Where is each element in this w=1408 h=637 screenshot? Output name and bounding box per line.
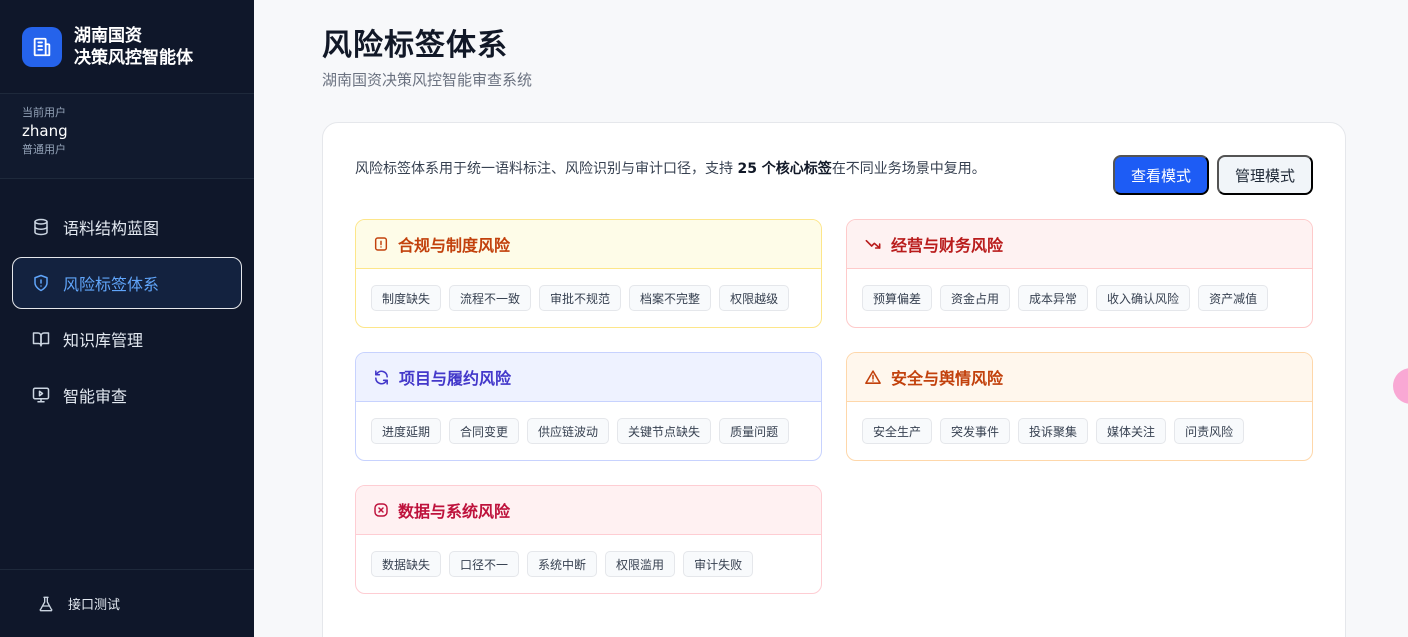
risk-tag[interactable]: 口径不一 [449, 551, 520, 577]
tag-list: 预算偏差 资金占用 成本异常 收入确认风险 资产减值 [847, 269, 1312, 311]
risk-tag[interactable]: 问责风险 [1174, 418, 1245, 444]
flask-icon [38, 596, 54, 612]
risk-tag[interactable]: 质量问题 [719, 418, 790, 444]
category-data-system: 数据与系统风险 数据缺失 口径不一 系统中断 权限滥用 审计失败 [355, 485, 822, 594]
tag-list: 安全生产 突发事件 投诉聚集 媒体关注 问责风险 [847, 402, 1312, 444]
user-role: 普通用户 [22, 143, 66, 156]
tag-list: 数据缺失 口径不一 系统中断 权限滥用 审计失败 [356, 535, 821, 577]
sidebar-item-risk-tags[interactable]: 风险标签体系 [12, 257, 242, 309]
risk-tag[interactable]: 收入确认风险 [1096, 285, 1191, 311]
category-operations-finance: 经营与财务风险 预算偏差 资金占用 成本异常 收入确认风险 资产减值 [846, 219, 1313, 328]
sidebar-nav: 语料结构蓝图 风险标签体系 知识库管理 智能审查 [0, 179, 254, 421]
risk-tag[interactable]: 安全生产 [862, 418, 933, 444]
trending-down-icon [864, 236, 882, 252]
sidebar-item-corpus-blueprint[interactable]: 语料结构蓝图 [12, 201, 242, 253]
sidebar-item-knowledge-base[interactable]: 知识库管理 [12, 313, 242, 365]
shield-alert-icon [31, 273, 51, 293]
database-icon [31, 217, 51, 237]
risk-tag[interactable]: 资产减值 [1198, 285, 1269, 311]
risk-tag[interactable]: 权限越级 [719, 285, 790, 311]
manage-mode-button[interactable]: 管理模式 [1217, 155, 1313, 195]
risk-tag[interactable]: 预算偏差 [862, 285, 933, 311]
category-header: 经营与财务风险 [847, 220, 1312, 269]
sidebar-item-label: 风险标签体系 [63, 275, 160, 294]
risk-tag[interactable]: 资金占用 [940, 285, 1011, 311]
main-content: 风险标签体系 湖南国资决策风控智能审查系统 风险标签体系用于统一语料标注、风险识… [254, 0, 1408, 637]
x-square-icon [373, 502, 389, 518]
intro-prefix: 风险标签体系用于统一语料标注、风险识别与审计口径，支持 [355, 161, 738, 177]
category-header: 数据与系统风险 [356, 486, 821, 535]
risk-tag[interactable]: 媒体关注 [1096, 418, 1167, 444]
intro-tag-count: 25 个核心标签 [737, 161, 832, 177]
user-label: 当前用户 [22, 106, 66, 119]
risk-tag[interactable]: 制度缺失 [371, 285, 442, 311]
category-title: 数据与系统风险 [398, 502, 511, 521]
view-mode-button[interactable]: 查看模式 [1113, 155, 1209, 195]
brand-line-2: 决策风控智能体 [74, 47, 193, 68]
sidebar-item-smart-review[interactable]: 智能审查 [12, 369, 242, 421]
risk-tag[interactable]: 系统中断 [527, 551, 598, 577]
risk-tag[interactable]: 突发事件 [940, 418, 1011, 444]
risk-tag[interactable]: 审批不规范 [539, 285, 622, 311]
risk-tag[interactable]: 数据缺失 [371, 551, 442, 577]
intro-text: 风险标签体系用于统一语料标注、风险识别与审计口径，支持 25 个核心标签在不同业… [355, 158, 986, 178]
category-title: 经营与财务风险 [891, 236, 1004, 255]
sidebar-item-label: 知识库管理 [63, 331, 144, 350]
risk-tag[interactable]: 投诉聚集 [1018, 418, 1089, 444]
sidebar-item-label: 智能审查 [63, 387, 128, 406]
tag-list: 进度延期 合同变更 供应链波动 关键节点缺失 质量问题 [356, 402, 821, 444]
page-title: 风险标签体系 [322, 28, 508, 63]
category-project-fulfillment: 项目与履约风险 进度延期 合同变更 供应链波动 关键节点缺失 质量问题 [355, 352, 822, 461]
risk-tag[interactable]: 流程不一致 [449, 285, 532, 311]
risk-tag-card: 风险标签体系用于统一语料标注、风险识别与审计口径，支持 25 个核心标签在不同业… [322, 122, 1346, 637]
sidebar: 湖南国资 决策风控智能体 当前用户 zhang 普通用户 语料结构蓝图 风险标签… [0, 0, 254, 637]
category-title: 项目与履约风险 [399, 369, 512, 388]
category-header: 项目与履约风险 [356, 353, 821, 402]
user-name: zhang [22, 122, 68, 140]
category-header: 合规与制度风险 [356, 220, 821, 269]
warning-triangle-icon [864, 369, 882, 386]
book-icon [31, 329, 51, 349]
category-title: 合规与制度风险 [398, 236, 511, 255]
risk-tag[interactable]: 成本异常 [1018, 285, 1089, 311]
category-safety-opinion: 安全与舆情风险 安全生产 突发事件 投诉聚集 媒体关注 问责风险 [846, 352, 1313, 461]
monitor-play-icon [31, 385, 51, 405]
risk-tag[interactable]: 进度延期 [371, 418, 442, 444]
risk-tag[interactable]: 合同变更 [449, 418, 520, 444]
page-subtitle: 湖南国资决策风控智能审查系统 [322, 71, 533, 89]
category-compliance: 合规与制度风险 制度缺失 流程不一致 审批不规范 档案不完整 权限越级 [355, 219, 822, 328]
brand-line-1: 湖南国资 [74, 25, 142, 46]
risk-tag[interactable]: 审计失败 [683, 551, 754, 577]
brand: 湖南国资 决策风控智能体 [0, 0, 254, 94]
building-icon [22, 26, 62, 67]
risk-tag[interactable]: 供应链波动 [527, 418, 610, 444]
alert-square-icon [373, 236, 389, 252]
sidebar-item-api-test[interactable]: 接口测试 [0, 569, 254, 637]
risk-tag[interactable]: 权限滥用 [605, 551, 676, 577]
risk-tag[interactable]: 档案不完整 [629, 285, 712, 311]
sidebar-footer-label: 接口测试 [68, 598, 121, 613]
category-title: 安全与舆情风险 [891, 369, 1004, 388]
risk-tag[interactable]: 关键节点缺失 [617, 418, 712, 444]
category-header: 安全与舆情风险 [847, 353, 1312, 402]
intro-suffix: 在不同业务场景中复用。 [831, 161, 986, 177]
refresh-icon [373, 369, 390, 386]
tag-list: 制度缺失 流程不一致 审批不规范 档案不完整 权限越级 [356, 269, 821, 311]
current-user-panel: 当前用户 zhang 普通用户 [0, 94, 254, 179]
sidebar-item-label: 语料结构蓝图 [63, 219, 160, 238]
